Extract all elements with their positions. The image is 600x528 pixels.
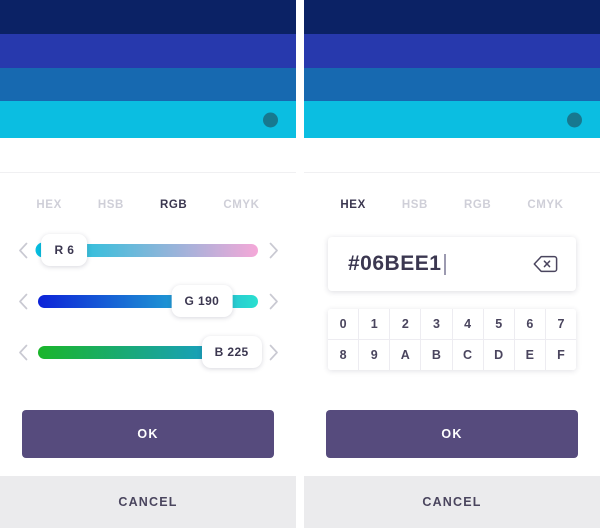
color-picker-screens: HEX HSB RGB CMYK R 6 G 190 B 225 OK CANC… [0, 0, 600, 528]
red-decrement-chevron-left-icon[interactable] [14, 241, 32, 259]
green-slider-row: G 190 [0, 285, 296, 317]
left-ok-wrap: OK [0, 410, 296, 476]
right-swatch-band-2[interactable] [304, 34, 600, 68]
left-cancel-button[interactable]: CANCEL [0, 476, 296, 528]
blue-increment-chevron-right-icon[interactable] [264, 343, 282, 361]
left-cancel-label: CANCEL [118, 495, 178, 509]
text-caret [444, 253, 446, 275]
right-tab-hsb[interactable]: HSB [400, 195, 430, 215]
hex-input-field[interactable]: #06BEE1 [328, 237, 576, 291]
hex-keypad-row-1: 0 1 2 3 4 5 6 7 [328, 309, 576, 340]
blue-track-wrap[interactable]: B 225 [38, 336, 262, 368]
blue-value-bubble: B 225 [201, 336, 262, 368]
right-tab-rgb[interactable]: RGB [462, 195, 493, 215]
hex-key-4[interactable]: 4 [452, 309, 484, 340]
left-selected-swatch-indicator [263, 112, 278, 127]
right-tab-bar: HEX HSB RGB CMYK [304, 173, 600, 219]
hex-panel: HEX HSB RGB CMYK #06BEE1 0 1 2 3 4 5 6 7… [304, 0, 600, 528]
blue-slider-row: B 225 [0, 336, 296, 368]
hex-key-8[interactable]: 8 [328, 340, 360, 370]
hex-input-value: #06BEE1 [348, 252, 442, 275]
right-ok-button[interactable]: OK [326, 410, 578, 458]
right-cancel-button[interactable]: CANCEL [304, 476, 600, 528]
green-value-bubble: G 190 [171, 285, 233, 317]
rgb-panel: HEX HSB RGB CMYK R 6 G 190 B 225 OK CANC… [0, 0, 296, 528]
right-selected-swatch-indicator [567, 112, 582, 127]
green-decrement-chevron-left-icon[interactable] [14, 292, 32, 310]
left-swatch-band-4[interactable] [0, 101, 296, 138]
hex-key-d[interactable]: D [483, 340, 515, 370]
left-swatch-band-2[interactable] [0, 34, 296, 68]
right-tab-hex[interactable]: HEX [338, 195, 367, 215]
hex-key-e[interactable]: E [514, 340, 546, 370]
left-tab-cmyk[interactable]: CMYK [221, 195, 261, 215]
red-value-bubble: R 6 [41, 234, 88, 266]
hex-key-6[interactable]: 6 [514, 309, 546, 340]
rgb-slider-group: R 6 G 190 B 225 [0, 219, 296, 368]
left-swatch-band-3[interactable] [0, 68, 296, 101]
left-tab-hex[interactable]: HEX [34, 195, 63, 215]
left-swatch-band-1[interactable] [0, 0, 296, 34]
left-tab-bar: HEX HSB RGB CMYK [0, 173, 296, 219]
hex-keypad-row-2: 8 9 A B C D E F [328, 340, 576, 370]
hex-key-c[interactable]: C [452, 340, 484, 370]
green-track-wrap[interactable]: G 190 [38, 285, 258, 317]
left-ok-button[interactable]: OK [22, 410, 274, 458]
right-sheet: HEX HSB RGB CMYK #06BEE1 0 1 2 3 4 5 6 7… [304, 138, 600, 476]
backspace-icon[interactable] [533, 255, 558, 273]
hex-key-1[interactable]: 1 [359, 309, 391, 340]
left-swatch-stack [0, 0, 296, 138]
left-tab-hsb[interactable]: HSB [96, 195, 126, 215]
hex-key-9[interactable]: 9 [359, 340, 391, 370]
hex-key-a[interactable]: A [390, 340, 422, 370]
hex-input-value-wrap: #06BEE1 [348, 252, 446, 276]
hex-key-3[interactable]: 3 [421, 309, 453, 340]
red-slider-row: R 6 [0, 234, 296, 266]
panel-gutter [296, 0, 304, 528]
red-increment-chevron-right-icon[interactable] [264, 241, 282, 259]
hex-keypad: 0 1 2 3 4 5 6 7 8 9 A B C D E F [328, 309, 576, 370]
right-swatch-band-1[interactable] [304, 0, 600, 34]
hex-key-b[interactable]: B [421, 340, 453, 370]
left-tab-rgb[interactable]: RGB [158, 195, 189, 215]
right-swatch-band-4[interactable] [304, 101, 600, 138]
hex-key-0[interactable]: 0 [328, 309, 360, 340]
hex-key-7[interactable]: 7 [545, 309, 576, 340]
right-swatch-band-3[interactable] [304, 68, 600, 101]
green-increment-chevron-right-icon[interactable] [264, 292, 282, 310]
right-tab-cmyk[interactable]: CMYK [525, 195, 565, 215]
hex-key-5[interactable]: 5 [483, 309, 515, 340]
hex-key-2[interactable]: 2 [390, 309, 422, 340]
hex-input-area: #06BEE1 [304, 219, 600, 291]
red-track-wrap[interactable]: R 6 [35, 234, 258, 266]
left-sheet: HEX HSB RGB CMYK R 6 G 190 B 225 OK [0, 138, 296, 476]
hex-key-f[interactable]: F [545, 340, 576, 370]
blue-decrement-chevron-left-icon[interactable] [14, 343, 32, 361]
right-cancel-label: CANCEL [422, 495, 482, 509]
right-swatch-stack [304, 0, 600, 138]
right-ok-wrap: OK [304, 410, 600, 476]
